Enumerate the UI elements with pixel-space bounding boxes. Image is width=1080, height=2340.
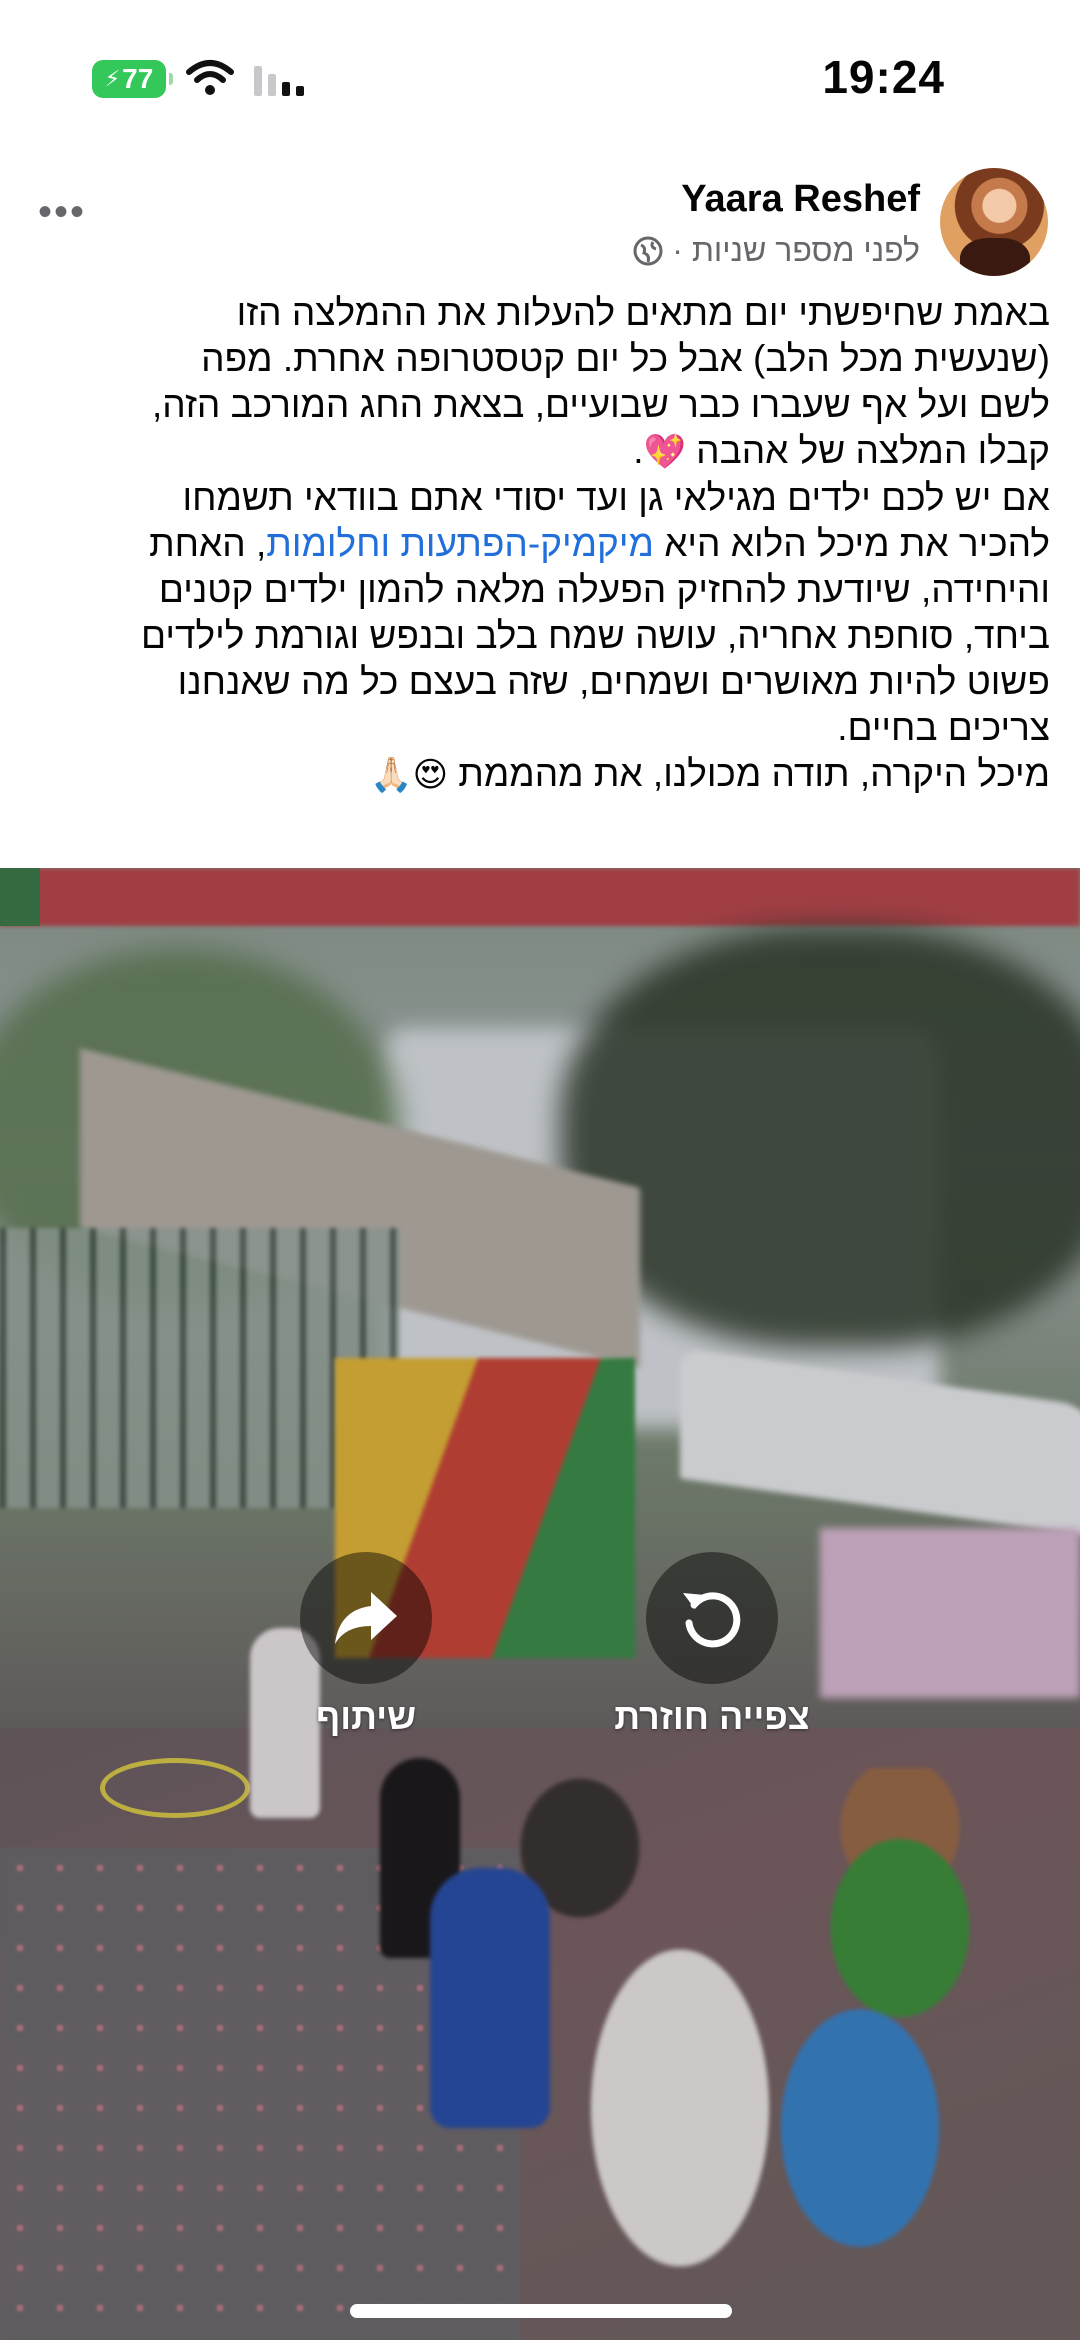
post-line: לשם ועל אף שעברו כבר שבועיים, בצאת החג ה… [151,384,1050,425]
post-line: צריכים בחיים. [837,707,1050,748]
status-time: 19:24 [822,51,945,103]
share-label[interactable]: שיתוף [316,1696,416,1738]
post-line: מיכל היקרה, תודה מכולנו, את מהממת 😍🙏🏻 [370,753,1050,794]
share-button[interactable]: שיתוף [266,1552,466,1738]
post-line: והיחידה, שיודעת להחזיק הפעלה מלאה להמון … [158,569,1050,610]
signal-icon [254,66,304,96]
replay-label[interactable]: צפייה חוזרת [614,1696,809,1738]
page-mention-link[interactable]: מיקמיק-הפתעות וחלומות [266,523,654,564]
wifi-icon [186,60,234,95]
post-line: פשוט להיות מאושרים ושמחים, שזה בעצם כל מ… [177,661,1050,702]
post-line: ביחד, סוחפת אחריה, עושה שמח בלב ובנפש וג… [141,615,1050,656]
post-header: Yaara Reshef לפני מספר שניות · ••• [0,160,1080,290]
post-meta: לפני מספר שניות · [632,232,920,269]
battery-level: 77 [122,63,154,94]
heart-emoji-icon: 💖 [643,433,686,471]
video-dim-overlay [0,868,1080,2340]
more-options-icon[interactable]: ••• [38,190,86,235]
globe-icon [633,236,663,265]
post-line: אם יש לכם ילדים מגילאי גן ועד יסודי אתם … [182,477,1050,518]
replay-icon [683,1592,741,1648]
post-line: באמת שחיפשתי יום מתאים להעלות את ההמלצה … [236,292,1050,333]
closing-emojis: 😍🙏🏻 [370,756,449,794]
post-line: קבלו המלצה של אהבה 💖. [633,430,1050,471]
home-indicator[interactable] [350,2304,732,2318]
video-player[interactable]: שיתוף צפייה חוזרת [0,868,1080,2340]
post-line: (שנעשית מכל הלב) אבל כל יום קטסטרופה אחר… [201,338,1050,379]
share-button-circle[interactable] [300,1552,432,1684]
post-line: להכיר את מיכל הלוא היא מיקמיק-הפתעות וחל… [149,523,1050,564]
replay-button[interactable]: צפייה חוזרת [612,1552,812,1738]
post-timestamp[interactable]: לפני מספר שניות · [672,232,920,269]
author-name[interactable]: Yaara Reshef [681,178,920,221]
status-bar: ⚡ 77 19:24 [0,0,1080,150]
battery-icon: ⚡ 77 [92,60,173,98]
replay-button-circle[interactable] [646,1552,778,1684]
share-arrow-icon [335,1592,397,1644]
avatar[interactable] [940,168,1048,276]
post-text: באמת שחיפשתי יום מתאים להעלות את ההמלצה … [20,290,1050,798]
